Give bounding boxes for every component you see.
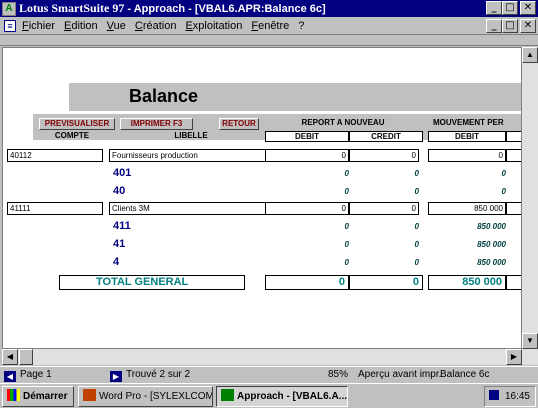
approach-icon xyxy=(221,389,234,401)
maximize-button[interactable]: □ xyxy=(502,1,518,15)
subtotal-credit: 0 xyxy=(414,240,419,249)
col-debit-mouvement: DEBIT xyxy=(428,131,506,142)
row2-credit[interactable]: 0 xyxy=(349,202,419,215)
subtotal-mvt-debit: 0 xyxy=(501,169,506,178)
status-bar: ◀ Page 1 ▶ Trouvé 2 sur 2 85% Aperçu avant… xyxy=(0,366,538,382)
status-view[interactable]: Balance 6c xyxy=(440,368,489,382)
taskbar: Démarrer Word Pro - [SYLEXLCOM... Approa… xyxy=(0,383,538,408)
subtotal-code: 40 xyxy=(113,185,126,197)
menu-edition[interactable]: Edition xyxy=(64,20,98,32)
print-button[interactable]: IMPRIMER F3 xyxy=(120,118,193,130)
vertical-scrollbar[interactable]: ▲ ▼ xyxy=(522,47,538,349)
total-label: TOTAL GENERAL xyxy=(59,275,245,290)
subtotal-code: 401 xyxy=(113,167,132,179)
subtotal-credit: 0 xyxy=(414,169,419,178)
scroll-right-icon[interactable]: ▶ xyxy=(506,349,522,365)
subtotal-mvt-debit: 850 000 xyxy=(477,240,506,249)
row1-next[interactable] xyxy=(506,149,521,162)
toolbar-strip xyxy=(0,36,538,46)
row2-debit[interactable]: 0 xyxy=(265,202,349,215)
subtotal-code: 41 xyxy=(113,238,126,250)
row2-libelle[interactable]: Clients 3M xyxy=(109,202,271,215)
word-pro-icon xyxy=(83,389,96,401)
arrow-right-icon: ▶ xyxy=(110,371,122,382)
total-next xyxy=(506,275,521,290)
subtotal-debit: 0 xyxy=(344,222,349,231)
system-tray: 16:45 xyxy=(484,386,536,407)
row2-next[interactable] xyxy=(506,202,521,215)
total-debit: 0 xyxy=(265,275,349,290)
heading-band-right xyxy=(259,83,521,111)
subtotal-debit: 0 xyxy=(344,258,349,267)
task-word-pro[interactable]: Word Pro - [SYLEXLCOM... xyxy=(78,386,213,407)
subtotal-debit: 0 xyxy=(344,187,349,196)
subtotal-debit: 0 xyxy=(344,240,349,249)
app-icon[interactable]: A xyxy=(2,1,16,16)
scroll-thumb[interactable] xyxy=(19,349,33,365)
scroll-left-icon[interactable]: ◀ xyxy=(2,349,18,365)
menu-vue[interactable]: Vue xyxy=(107,20,126,32)
menu-bar: ≡ Fichier Edition Vue Création Exploitat… xyxy=(0,17,538,35)
menu-exploitation[interactable]: Exploitation xyxy=(185,20,242,32)
menu-creation[interactable]: Création xyxy=(135,20,177,32)
subtotal-credit: 0 xyxy=(414,187,419,196)
menu-fichier[interactable]: Fichier xyxy=(22,20,55,32)
scroll-down-icon[interactable]: ▼ xyxy=(522,333,538,349)
menu-fenetre[interactable]: Fenêtre xyxy=(251,20,289,32)
col-debit-report: DEBIT xyxy=(265,131,349,142)
windows-logo-icon xyxy=(7,389,20,401)
col-next xyxy=(506,131,521,142)
row2-mvt-debit[interactable]: 850 000 xyxy=(428,202,506,215)
scroll-up-icon[interactable]: ▲ xyxy=(522,47,538,63)
row1-debit[interactable]: 0 xyxy=(265,149,349,162)
col-libelle: LIBELLE xyxy=(174,131,208,140)
status-mode[interactable]: Aperçu avant impr. xyxy=(358,368,441,382)
mouvement-header: MOUVEMENT PER xyxy=(433,118,504,127)
tray-icon[interactable] xyxy=(488,390,499,400)
preview-button[interactable]: PREVISUALISER xyxy=(39,118,115,130)
subtotal-code: 4 xyxy=(113,256,120,268)
page-icon: ◀ xyxy=(4,371,16,382)
window-title: Lotus SmartSuite 97 - Approach - [VBAL6.… xyxy=(19,1,326,15)
report-heading: Balance xyxy=(129,86,199,106)
start-button[interactable]: Démarrer xyxy=(2,386,74,407)
back-button[interactable]: RETOUR xyxy=(219,118,259,130)
row1-compte[interactable]: 40112 xyxy=(7,149,103,162)
minimize-button[interactable]: _ xyxy=(486,1,502,15)
subtotal-mvt-debit: 850 000 xyxy=(477,222,506,231)
col-credit-report: CREDIT xyxy=(349,131,423,142)
subtotal-mvt-debit: 0 xyxy=(501,187,506,196)
status-zoom[interactable]: 85% xyxy=(328,368,348,382)
row2-compte[interactable]: 41111 xyxy=(7,202,103,215)
total-mvt-debit: 850 000 xyxy=(428,275,506,290)
clock[interactable]: 16:45 xyxy=(505,391,530,402)
row1-libelle[interactable]: Fournisseurs production xyxy=(109,149,271,162)
subtotal-credit: 0 xyxy=(414,258,419,267)
doc-minimize-button[interactable]: _ xyxy=(486,19,502,33)
subtotal-credit: 0 xyxy=(414,222,419,231)
title-bar: A Lotus SmartSuite 97 - Approach - [VBAL… xyxy=(0,0,538,17)
document-icon[interactable]: ≡ xyxy=(4,19,16,32)
doc-close-button[interactable]: ✕ xyxy=(520,19,536,33)
menu-help[interactable]: ? xyxy=(298,20,304,32)
report-canvas: Balance PREVISUALISER IMPRIMER F3 RETOUR… xyxy=(2,47,522,349)
subtotal-code: 411 xyxy=(113,220,131,232)
horizontal-scrollbar[interactable]: ◀ ▶ xyxy=(2,349,538,365)
row1-mvt-debit[interactable]: 0 xyxy=(428,149,506,162)
total-credit: 0 xyxy=(349,275,423,290)
close-button[interactable]: ✕ xyxy=(520,1,536,15)
report-a-nouveau-header: REPORT A NOUVEAU xyxy=(301,118,385,127)
subtotal-mvt-debit: 850 000 xyxy=(477,258,506,267)
col-compte: COMPTE xyxy=(54,131,90,140)
doc-restore-button[interactable]: □ xyxy=(502,19,518,33)
task-approach[interactable]: Approach - [VBAL6.A... xyxy=(216,386,348,407)
subtotal-debit: 0 xyxy=(344,169,349,178)
row1-credit[interactable]: 0 xyxy=(349,149,419,162)
status-page[interactable]: ◀ Page 1 xyxy=(4,368,52,382)
status-found[interactable]: ▶ Trouvé 2 sur 2 xyxy=(110,368,190,382)
